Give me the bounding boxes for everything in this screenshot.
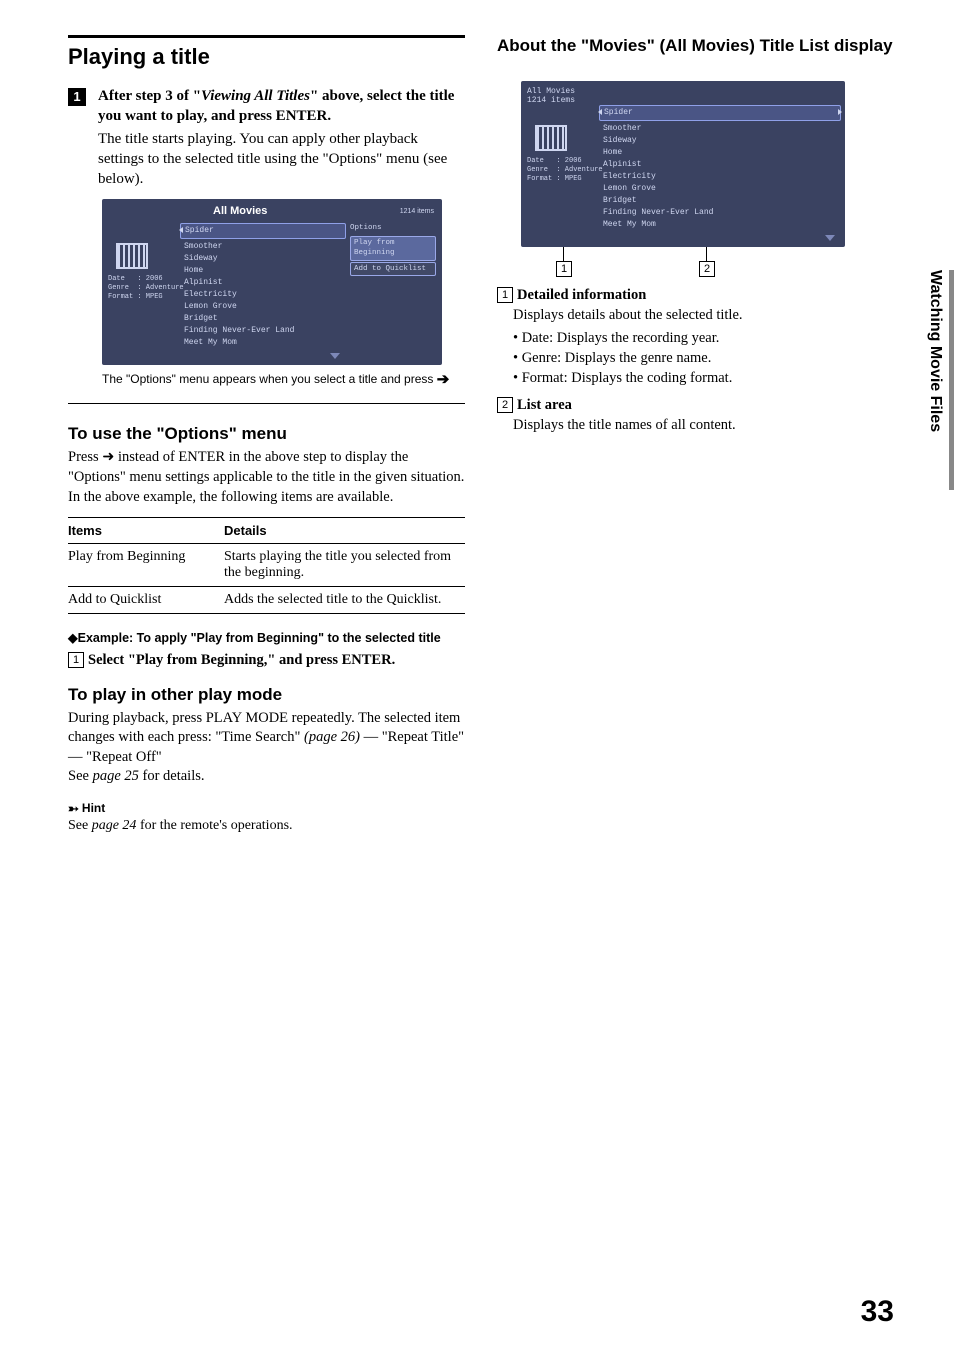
step-number-badge: 1 [68, 88, 86, 106]
table-header: Details [224, 518, 465, 544]
shot-meta-date: Date : 2006 [108, 275, 178, 284]
see-reference: See page 25 for details. [68, 767, 465, 787]
shot-title-list: Spider Smoother Sideway Home Alpinist El… [184, 223, 344, 359]
options-table: Items Details Play from Beginning Starts… [68, 517, 465, 614]
scroll-down-icon [330, 353, 340, 359]
section-heading: Playing a title [68, 44, 465, 70]
hint-icon: ➳ [68, 801, 79, 816]
screenshot-caption: The "Options" menu appears when you sele… [102, 371, 465, 387]
step-instruction: After step 3 of "Viewing All Titles" abo… [98, 86, 465, 127]
table-row: Play from Beginning Starts playing the t… [68, 544, 465, 587]
bullet: Date: Displays the recording year. [513, 328, 894, 348]
description-item: 2List area Displays the title names of a… [497, 395, 894, 436]
section-heading: About the "Movies" (All Movies) Title Li… [497, 35, 894, 57]
shot-options-panel: Options Play from Beginning Add to Quick… [350, 223, 436, 359]
hint-heading: ➳Hint [68, 801, 465, 817]
shot-meta-genre: Genre : Adventure [527, 166, 597, 175]
bullet: Format: Displays the coding format. [513, 368, 894, 388]
shot-title: All Movies [527, 87, 839, 96]
shot-meta-format: Format : MPEG [527, 175, 597, 184]
table-row: Add to Quicklist Adds the selected title… [68, 587, 465, 614]
boxed-number-icon: 2 [497, 397, 513, 413]
description-item: 1Detailed information Displays details a… [497, 285, 894, 388]
body-text: During playback, press PLAY MODE repeate… [68, 709, 465, 768]
film-reel-icon [116, 243, 148, 269]
boxed-number-icon: 1 [497, 287, 513, 303]
page-number: 33 [861, 1295, 894, 1329]
body-text: Press ➜ instead of ENTER in the above st… [68, 448, 465, 507]
hint-text: See page 24 for the remote's operations. [68, 817, 465, 836]
step-description: The title starts playing. You can apply … [98, 129, 465, 190]
screenshot-options-menu: All Movies 1214 items Date : 2006 Genre … [102, 199, 442, 365]
film-reel-icon [535, 125, 567, 151]
chapter-tab: Watching Movie Files [932, 270, 954, 490]
shot-meta-format: Format : MPEG [108, 293, 178, 302]
subsection-heading: To use the "Options" menu [68, 424, 465, 444]
subsection-heading: To play in other play mode [68, 685, 465, 705]
shot-item-count: 1214 items [400, 208, 434, 215]
scroll-down-icon [825, 235, 835, 241]
callout-1: 1 [556, 261, 572, 277]
shot-selected-item: Spider [599, 105, 841, 121]
example-heading: ◆Example: To apply "Play from Beginning"… [68, 630, 465, 645]
shot-title-list: Spider Smoother Sideway Home Alpinist El… [603, 105, 839, 241]
shot-selected-item: Spider [180, 223, 346, 239]
shot-meta-date: Date : 2006 [527, 157, 597, 166]
screenshot-title-list: All Movies 1214 items Date : 2006 Genre … [521, 81, 845, 247]
boxed-number-icon: 1 [68, 652, 84, 668]
bullet: Genre: Displays the genre name. [513, 348, 894, 368]
callouts: 1 2 [521, 247, 845, 275]
shot-item-count: 1214 items [527, 96, 839, 105]
table-header: Items [68, 518, 224, 544]
callout-2: 2 [699, 261, 715, 277]
shot-meta-genre: Genre : Adventure [108, 284, 178, 293]
step-1: 1 After step 3 of "Viewing All Titles" a… [68, 86, 465, 189]
example-step: 1Select "Play from Beginning," and press… [68, 651, 465, 671]
